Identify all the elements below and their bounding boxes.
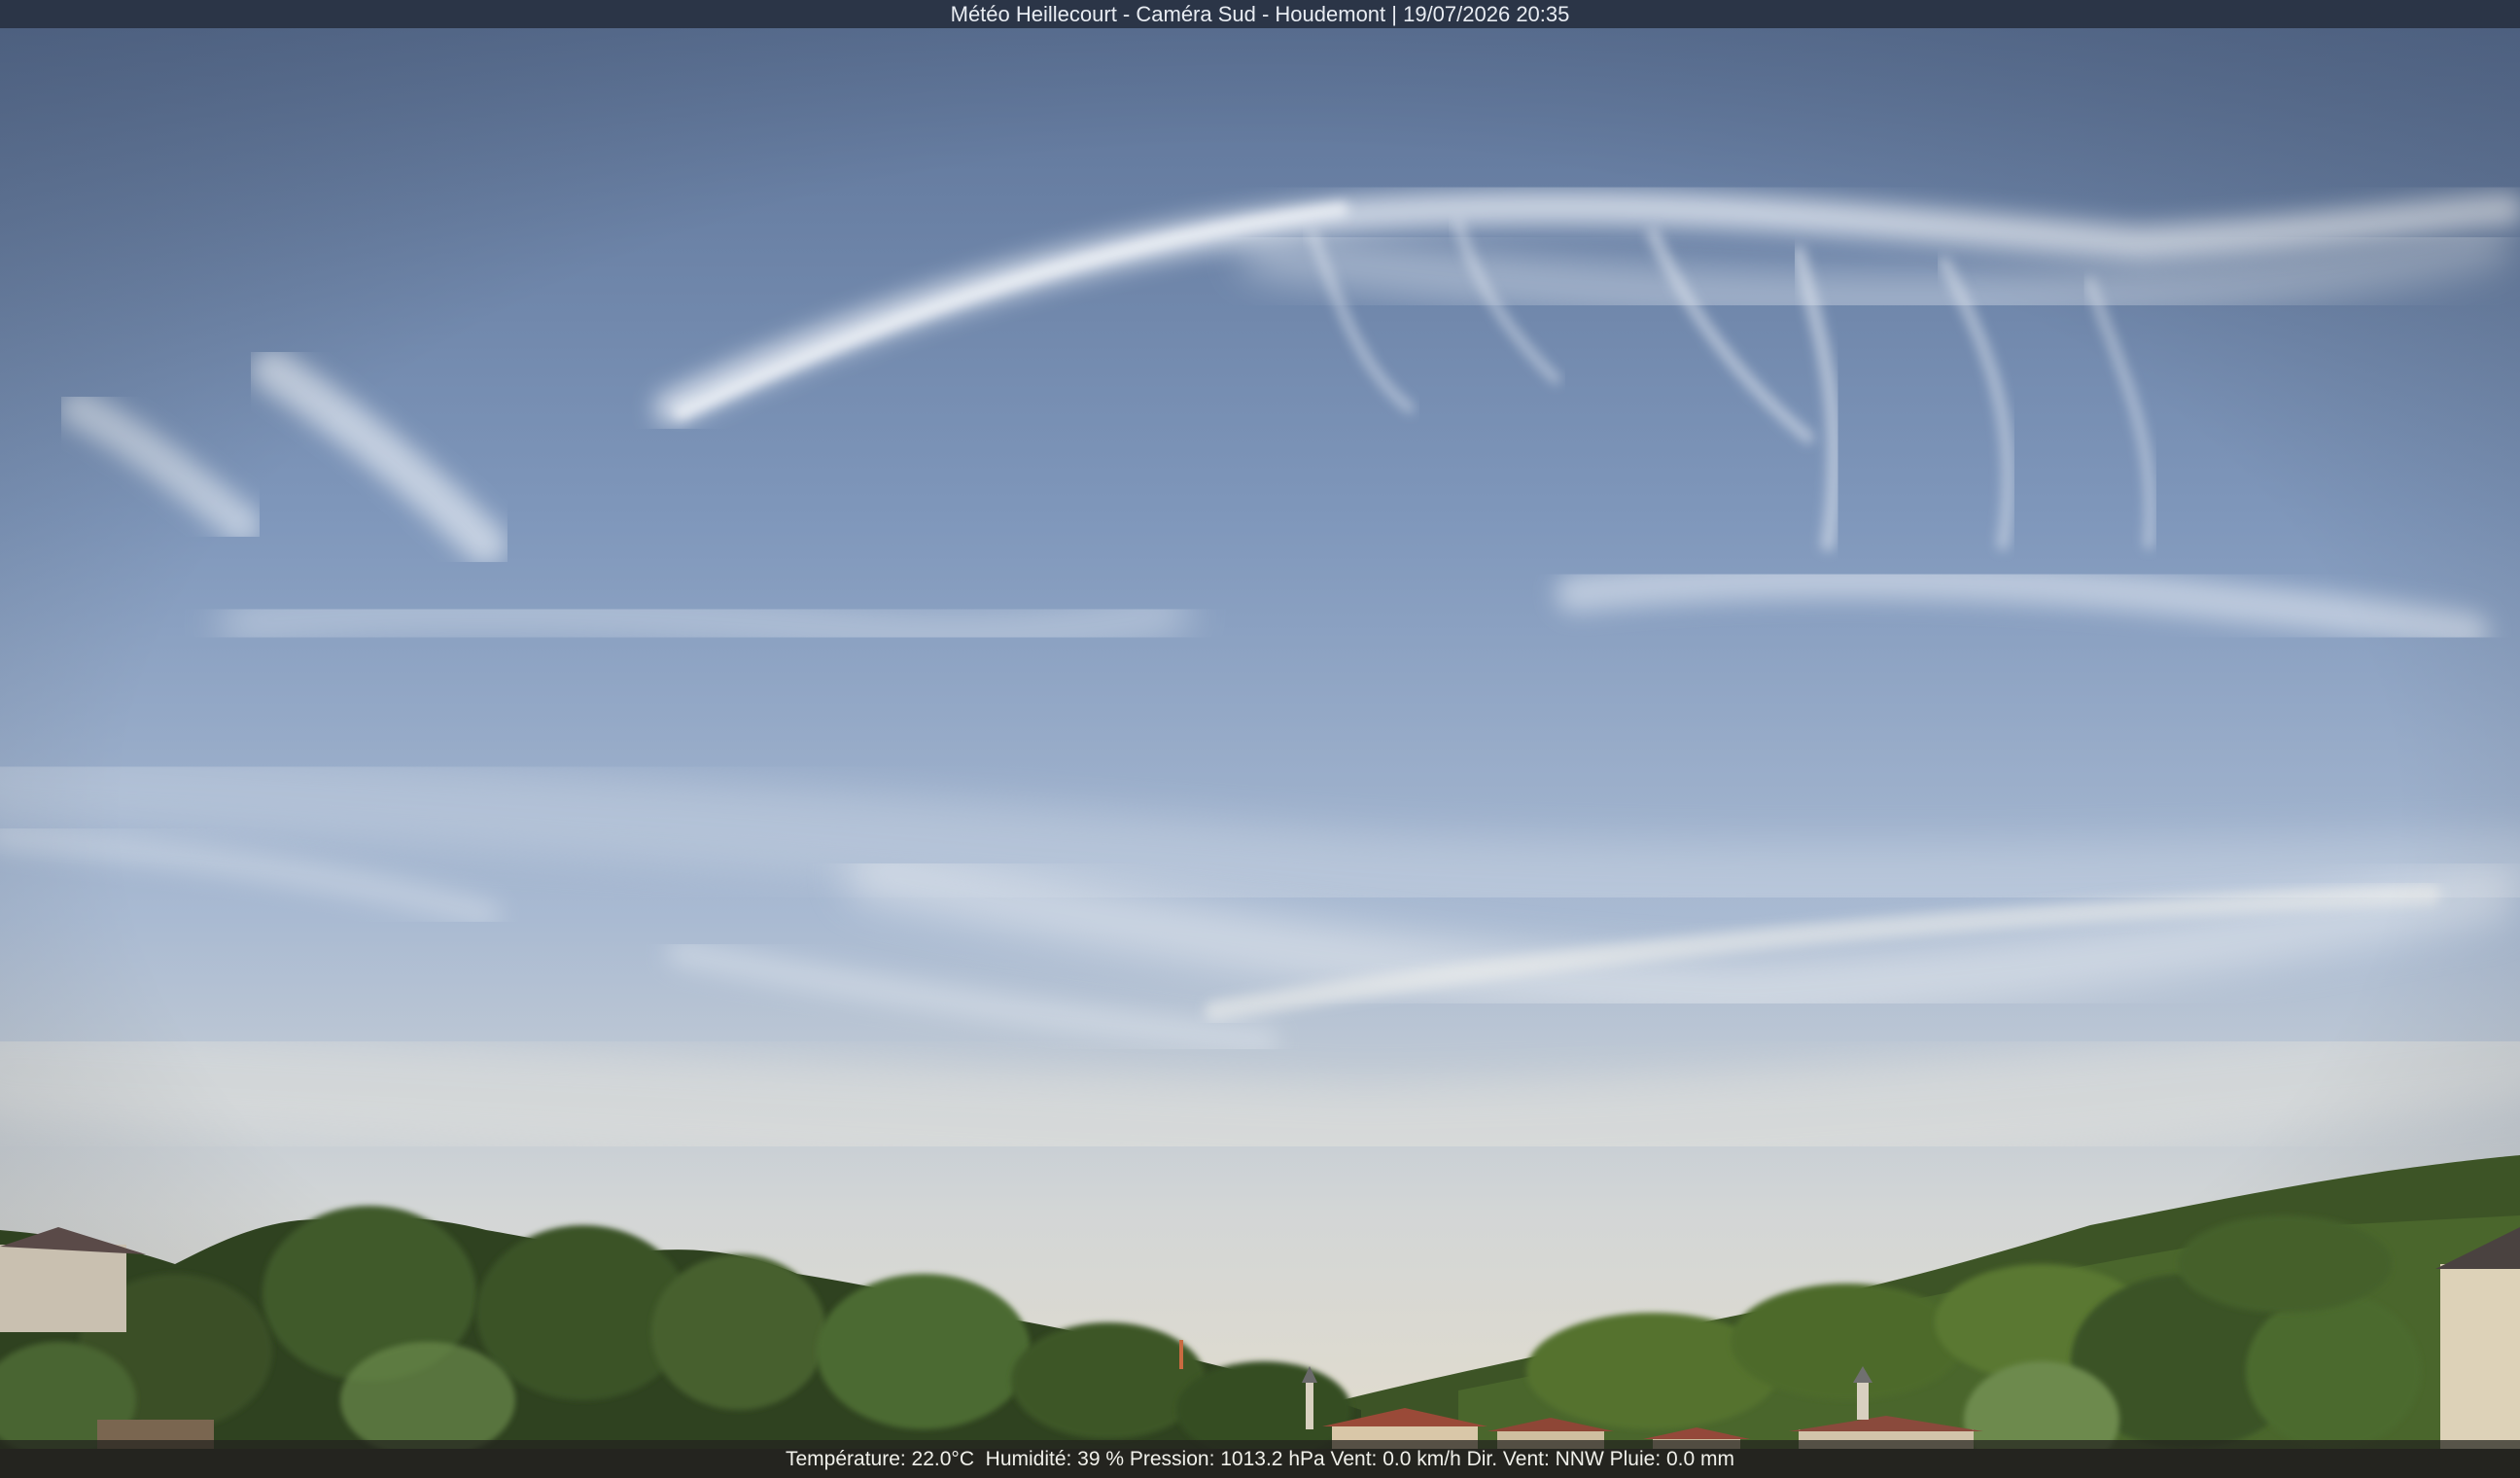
weather-readings: Température: 22.0°C Humidité: 39 % Press… — [785, 1447, 1735, 1470]
webcam-scene — [0, 0, 2520, 1478]
camera-title-bar: Météo Heillecourt - Caméra Sud - Houdemo… — [0, 0, 2520, 28]
weather-status-bar: Température: 22.0°C Humidité: 39 % Press… — [0, 1440, 2520, 1478]
camera-title: Météo Heillecourt - Caméra Sud - Houdemo… — [950, 1, 1570, 26]
